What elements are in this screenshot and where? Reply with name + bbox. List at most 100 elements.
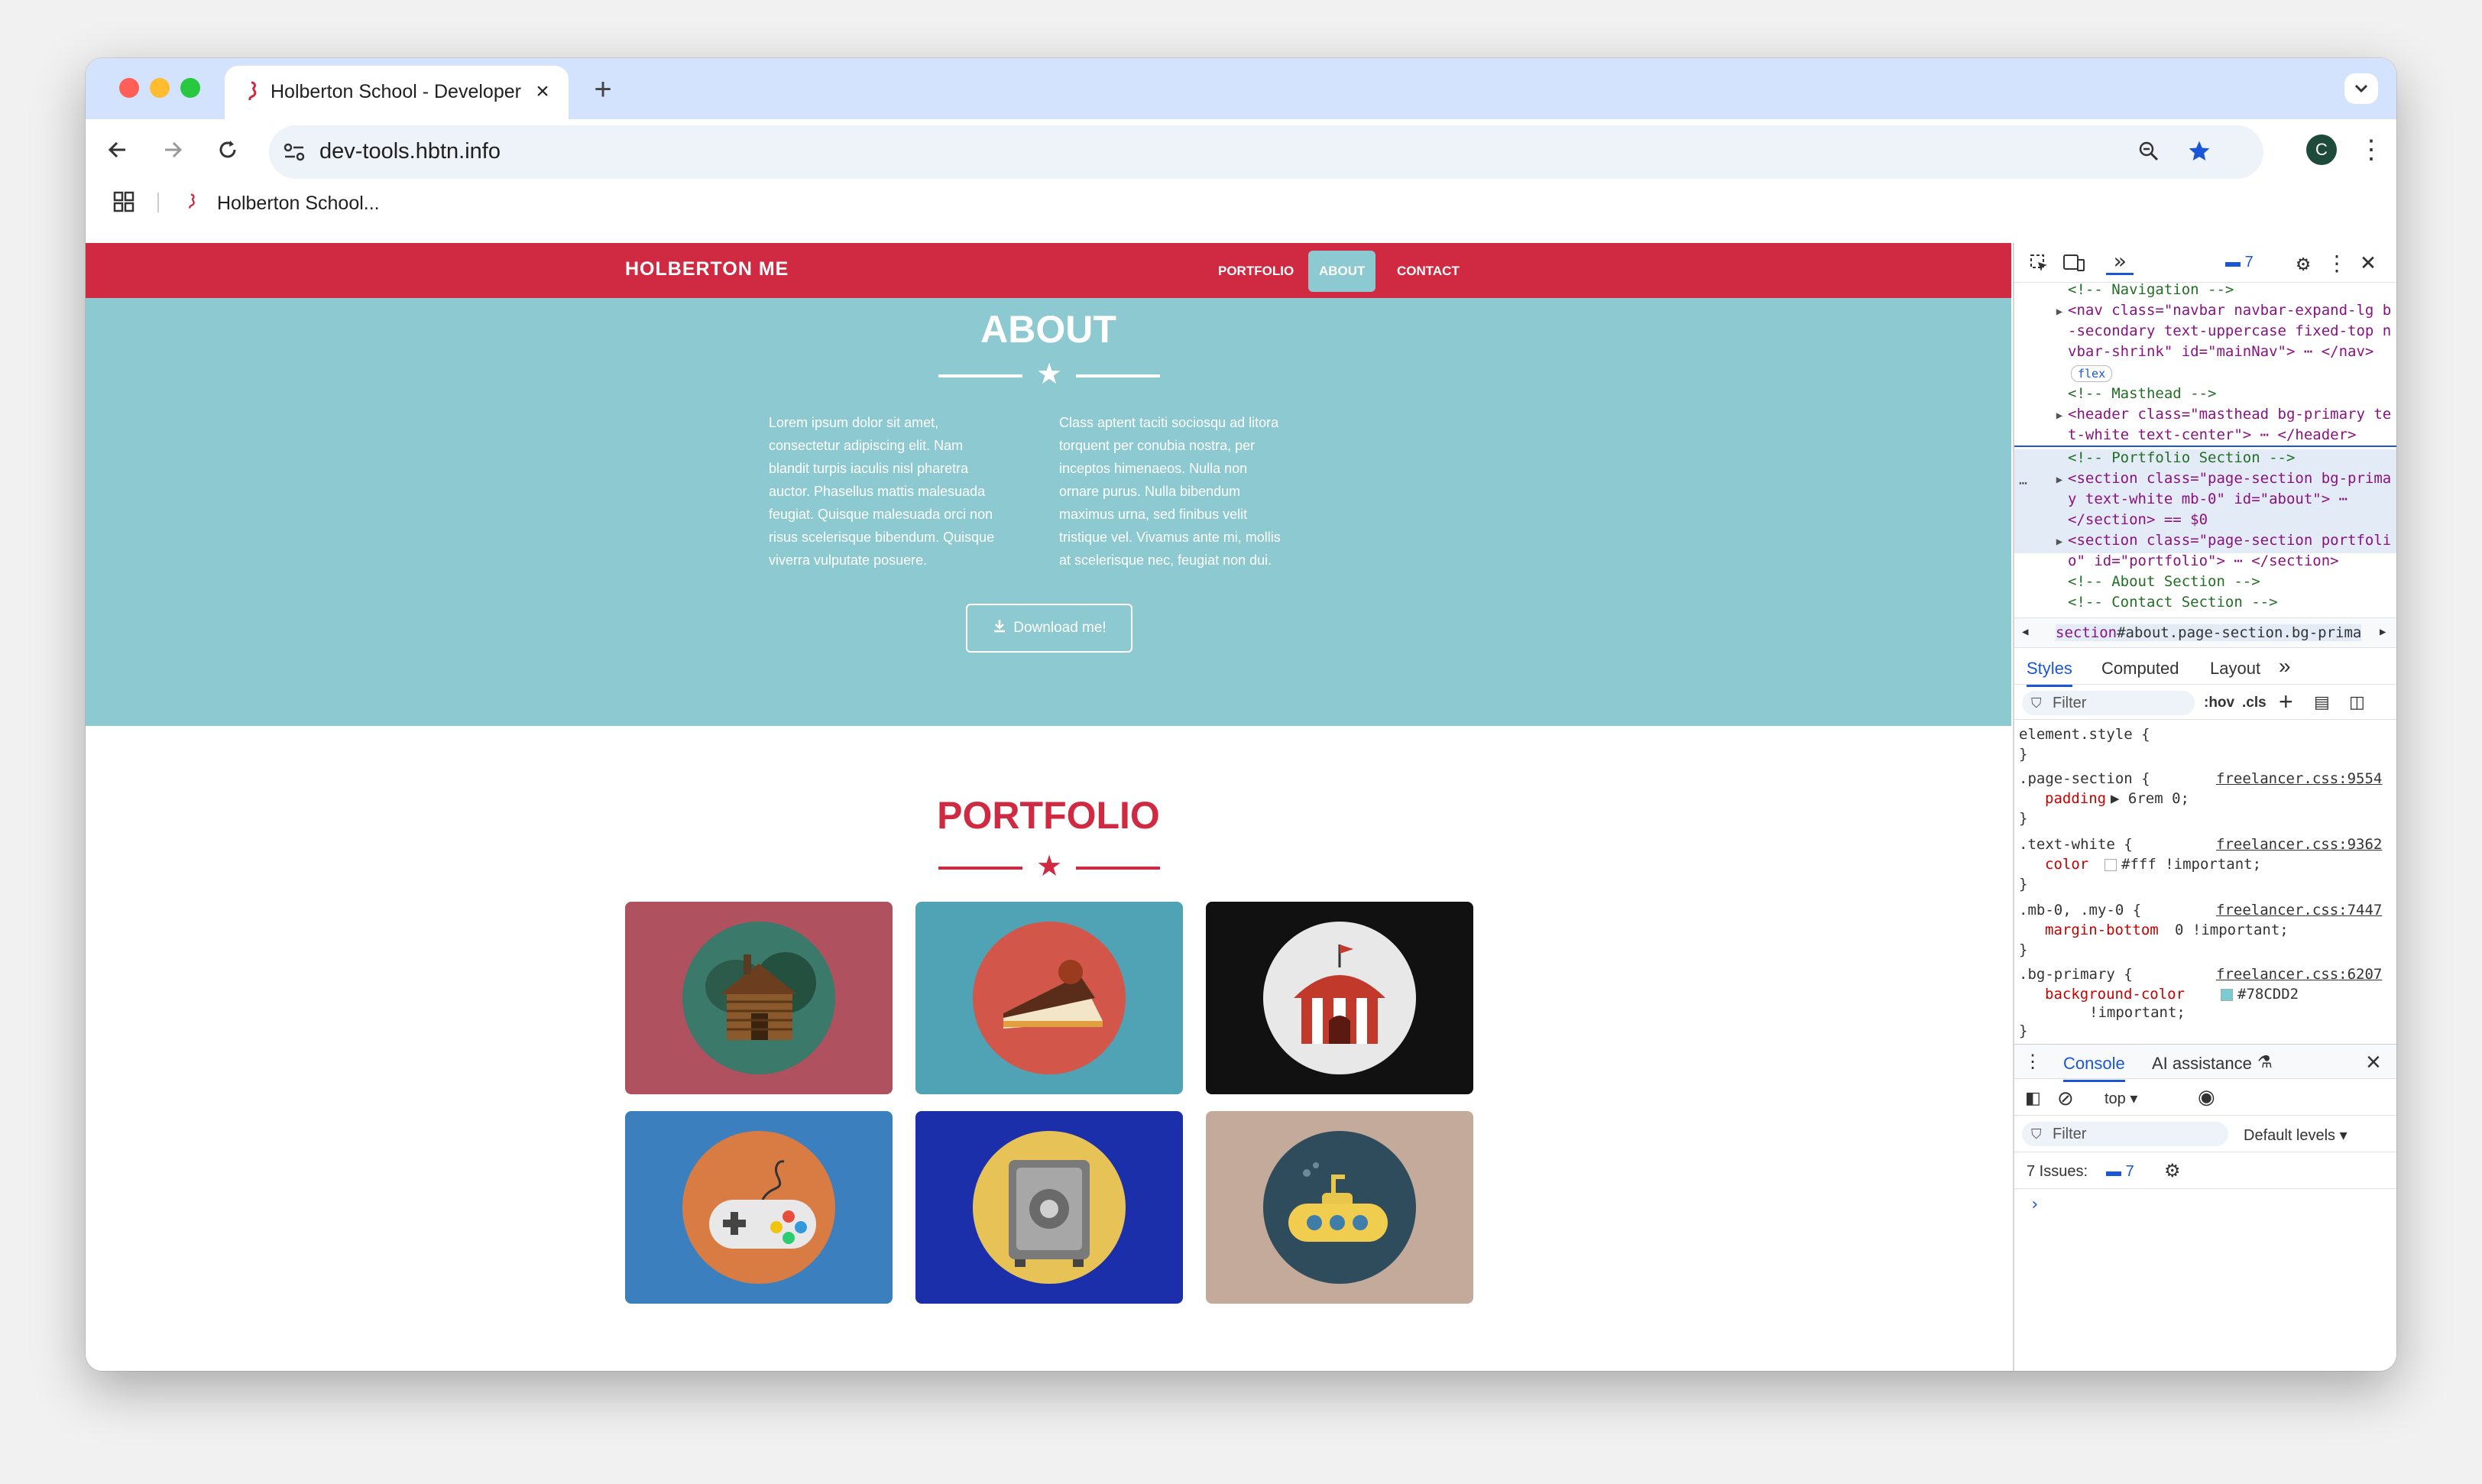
toggle-sidebar-icon[interactable]: ◫ — [2349, 692, 2365, 712]
nav-portfolio[interactable]: PORTFOLIO — [1207, 251, 1304, 292]
styles-filter-input[interactable]: ⛉ Filter — [2022, 691, 2195, 715]
clear-console-icon[interactable]: ⊘ — [2057, 1087, 2074, 1110]
expand-triangle-icon[interactable]: ▶ — [2054, 536, 2065, 548]
new-style-rule-icon[interactable]: + — [2279, 688, 2293, 716]
tree-line-nav[interactable]: <nav class="navbar navbar-expand-lg b — [2014, 302, 2396, 322]
issues-badge[interactable]: ▬ 7 — [2225, 254, 2254, 271]
rule-mb-0-source[interactable]: freelancer.css:7447 — [2216, 902, 2382, 919]
address-bar[interactable]: dev-tools.hbtn.info — [269, 125, 2263, 179]
tab-search-chevron-down-icon[interactable] — [2344, 73, 2378, 104]
log-levels-dropdown[interactable]: Default levels ▾ — [2244, 1126, 2348, 1145]
tree-line-header[interactable]: <header class="masthead bg-primary te — [2014, 406, 2396, 426]
inspect-element-icon[interactable] — [2027, 251, 2051, 275]
console-sidebar-icon[interactable]: ◧ — [2025, 1088, 2041, 1108]
tree-line-contact-comment[interactable]: <!-- Contact Section --> — [2014, 594, 2396, 614]
close-window-button[interactable] — [119, 78, 139, 98]
back-arrow-icon[interactable] — [101, 133, 134, 167]
console-filter-input[interactable]: ⛉ Filter — [2022, 1122, 2228, 1146]
nav-contact[interactable]: CONTACT — [1386, 251, 1470, 292]
hov-toggle[interactable]: :hov — [2204, 695, 2234, 711]
breadcrumb-left-icon[interactable]: ◀ — [2022, 626, 2028, 638]
profile-avatar[interactable]: C — [2306, 134, 2337, 165]
minimize-window-button[interactable] — [150, 78, 170, 98]
site-settings-icon[interactable] — [280, 138, 309, 167]
paint-brush-icon[interactable]: ▤ — [2314, 692, 2330, 712]
portfolio-item-cake[interactable] — [915, 902, 1183, 1094]
prop-padding-value[interactable]: ▶ 6rem 0; — [2111, 790, 2189, 807]
portfolio-item-cabin[interactable] — [625, 902, 893, 1094]
new-tab-icon[interactable]: + — [590, 73, 616, 106]
portfolio-item-submarine[interactable] — [1206, 1111, 1473, 1304]
rule-bg-primary-source[interactable]: freelancer.css:6207 — [2216, 966, 2382, 983]
tree-line-nav-comment[interactable]: <!-- Navigation --> — [2014, 281, 2396, 302]
context-selector[interactable]: top ▾ — [2105, 1089, 2137, 1108]
tree-line-about-comment[interactable]: <!-- About Section --> — [2014, 573, 2396, 594]
tree-line-portfolio-comment[interactable]: <!-- Portfolio Section --> — [2014, 449, 2396, 470]
tree-line-about-section[interactable]: <section class="page-section bg-prima — [2014, 470, 2396, 491]
download-button[interactable]: Download me! — [966, 604, 1132, 653]
tab-console[interactable]: Console — [2063, 1054, 2125, 1082]
prop-background-color-value[interactable]: #78CDD2 — [2237, 986, 2299, 1003]
console-prompt-chevron-icon[interactable]: › — [2030, 1195, 2040, 1214]
color-swatch-primary[interactable] — [2221, 989, 2233, 1001]
menu-dots-icon[interactable]: ⋮ — [2358, 133, 2384, 167]
cls-toggle[interactable]: .cls — [2242, 695, 2267, 711]
site-brand[interactable]: HOLBERTON ME — [625, 258, 789, 280]
live-expression-eye-icon[interactable]: ◉ — [2198, 1085, 2215, 1109]
prop-color[interactable]: color — [2045, 856, 2088, 873]
rule-element-style[interactable]: element.style { — [2019, 726, 2150, 743]
tab-styles[interactable]: Styles — [2027, 659, 2072, 687]
tree-line-portfolio-section[interactable]: <section class="page-section portfoli — [2014, 532, 2396, 552]
prop-margin-bottom-value[interactable]: 0 !important; — [2175, 922, 2289, 938]
portfolio-item-game[interactable] — [625, 1111, 893, 1304]
bookmark-favicon-icon — [185, 191, 197, 212]
prop-margin-bottom[interactable]: margin-bottom — [2045, 922, 2159, 938]
breadcrumb-right-icon[interactable]: ▶ — [2380, 626, 2386, 638]
console-settings-gear-icon[interactable]: ⚙ — [2164, 1160, 2181, 1182]
portfolio-item-safe[interactable] — [915, 1111, 1183, 1304]
forward-arrow-icon[interactable] — [156, 133, 190, 167]
reload-icon[interactable] — [211, 133, 245, 167]
expand-triangle-icon[interactable]: ▶ — [2054, 410, 2065, 422]
rule-text-white-selector[interactable]: .text-white { — [2019, 836, 2133, 853]
nav-about[interactable]: ABOUT — [1308, 251, 1376, 292]
tab-computed[interactable]: Computed — [2101, 659, 2179, 679]
expand-triangle-icon[interactable]: ▶ — [2054, 306, 2065, 318]
portfolio-item-circus[interactable] — [1206, 902, 1473, 1094]
flex-badge[interactable]: flex — [2071, 365, 2113, 382]
device-toolbar-icon[interactable] — [2060, 251, 2088, 275]
console-issues-row: 7 Issues: ▬ 7 ⚙ — [2014, 1154, 2396, 1189]
expand-triangle-icon[interactable]: ▶ — [2054, 474, 2065, 486]
more-panes-icon[interactable]: » — [2279, 654, 2291, 679]
tab-title: Holberton School - Developer — [271, 81, 521, 102]
bookmark-holberton[interactable]: Holberton School... — [217, 193, 380, 215]
rule-page-section-selector[interactable]: .page-section { — [2019, 770, 2150, 787]
close-drawer-icon[interactable]: × — [2366, 1048, 2381, 1077]
bookmark-star-icon[interactable] — [2182, 134, 2216, 168]
tab-layout[interactable]: Layout — [2210, 659, 2260, 679]
close-tab-icon[interactable]: × — [530, 79, 555, 104]
tree-line-masthead-comment[interactable]: <!-- Masthead --> — [2014, 385, 2396, 406]
breadcrumb-item[interactable]: section#about.page-section.bg-primary — [2056, 624, 2361, 641]
close-devtools-icon[interactable]: × — [2355, 247, 2381, 277]
issues-link[interactable]: ▬ 7 — [2106, 1163, 2134, 1181]
rule-mb-0-selector[interactable]: .mb-0, .my-0 { — [2019, 902, 2141, 919]
rule-bg-primary-selector[interactable]: .bg-primary { — [2019, 966, 2133, 983]
url-text[interactable]: dev-tools.hbtn.info — [319, 139, 501, 164]
rule-text-white-source[interactable]: freelancer.css:9362 — [2216, 836, 2382, 853]
apps-grid-icon[interactable] — [112, 190, 136, 214]
maximize-window-button[interactable] — [180, 78, 200, 98]
tab-active[interactable]: Holberton School - Developer × — [225, 66, 569, 119]
zoom-icon[interactable] — [2134, 136, 2164, 167]
color-swatch-white[interactable] — [2105, 859, 2117, 871]
more-tabs-icon[interactable]: » — [2106, 248, 2134, 275]
devtools-menu-icon[interactable]: ⋮ — [2326, 251, 2348, 276]
prop-background-color[interactable]: background-color — [2045, 986, 2185, 1003]
prop-padding[interactable]: padding — [2045, 790, 2106, 807]
prop-color-value[interactable]: #fff !important; — [2121, 856, 2261, 873]
drawer-menu-icon[interactable]: ⋮ — [2024, 1051, 2042, 1073]
rule-page-section-source[interactable]: freelancer.css:9554 — [2216, 770, 2382, 787]
tab-ai-assistance[interactable]: AI assistance — [2152, 1054, 2252, 1074]
rule-close-brace: } — [2019, 810, 2028, 827]
settings-gear-icon[interactable]: ⚙ — [2291, 251, 2315, 276]
